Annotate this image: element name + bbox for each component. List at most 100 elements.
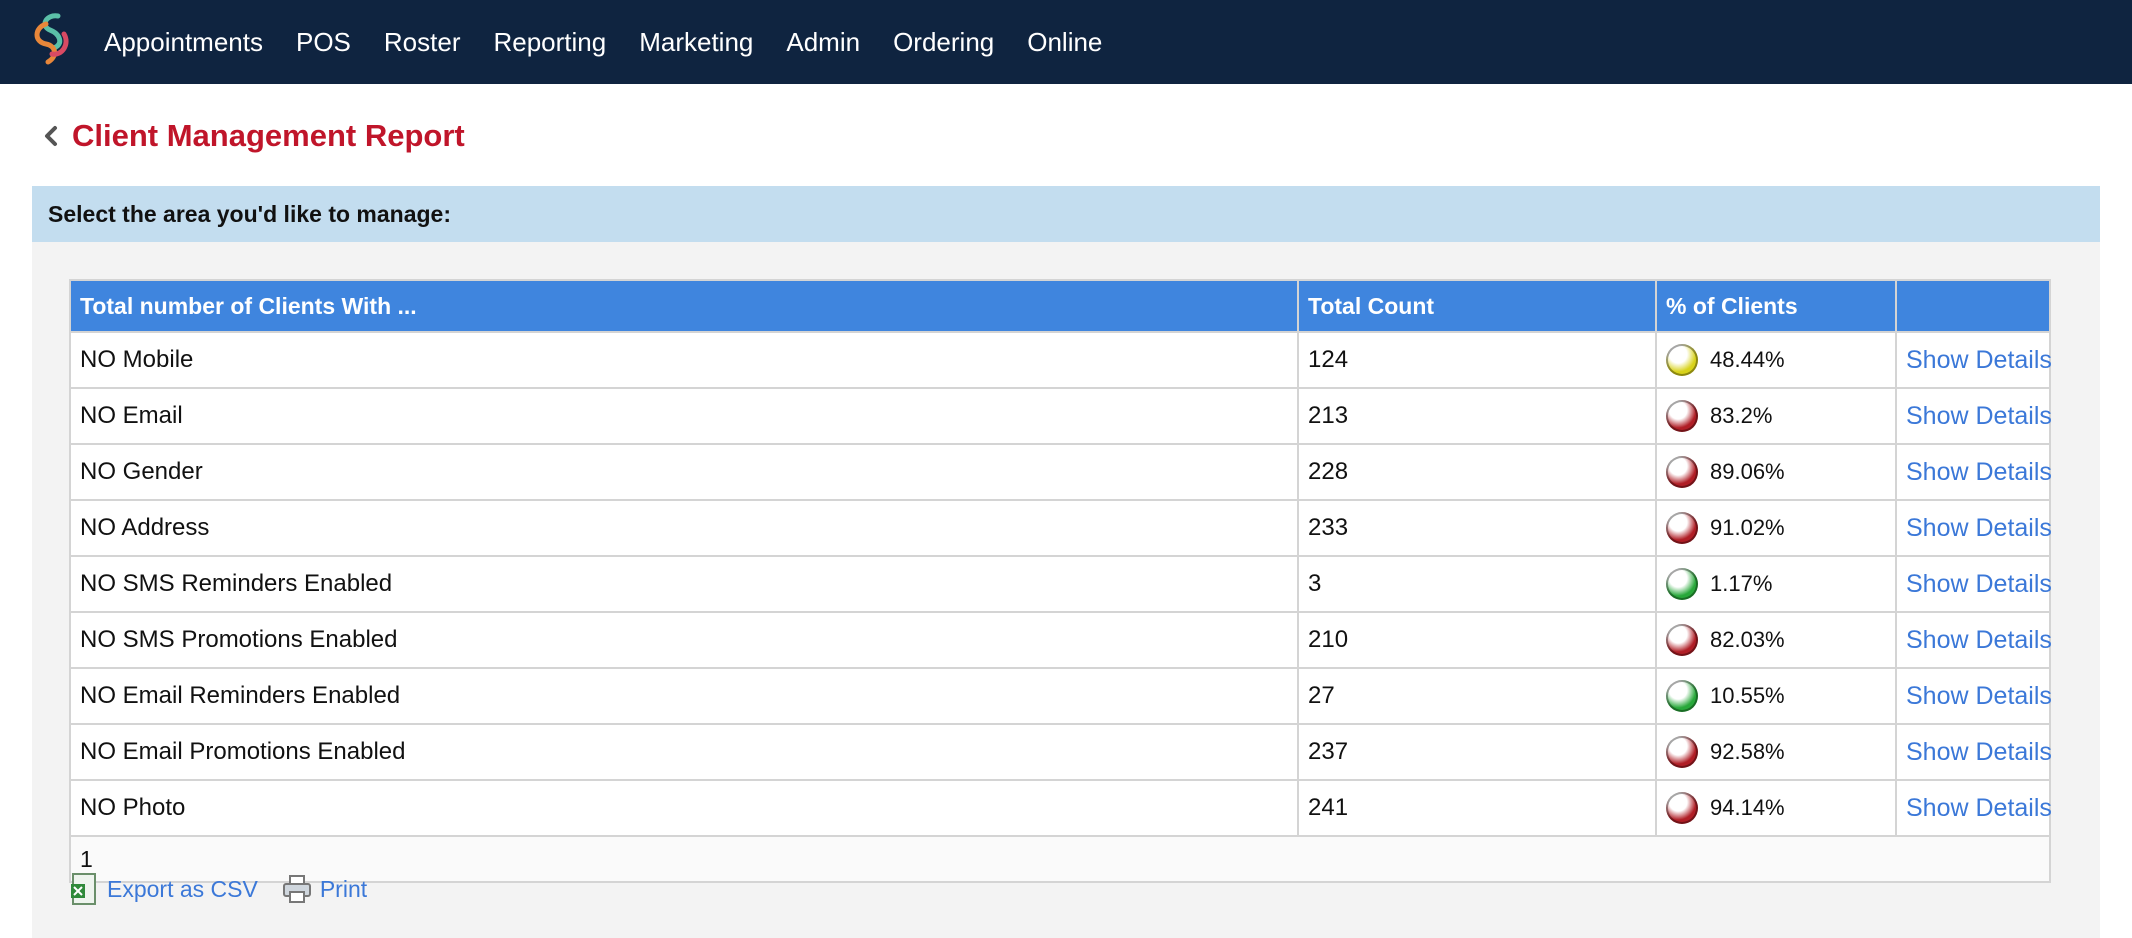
export-csv-label: Export as CSV	[107, 875, 258, 902]
nav-item-marketing[interactable]: Marketing	[639, 0, 753, 84]
print-button[interactable]: Print	[282, 872, 367, 906]
row-percent-cell: 48.44%	[1655, 331, 1897, 389]
row-total-count: 27	[1297, 667, 1657, 725]
row-total-count: 233	[1297, 499, 1657, 557]
row-percent-value: 83.2%	[1710, 403, 1773, 428]
column-header-percent: % of Clients	[1655, 279, 1897, 333]
printer-icon	[282, 875, 311, 903]
percent-wrapper: 10.55%	[1666, 669, 1886, 723]
nav-item-reporting[interactable]: Reporting	[493, 0, 606, 84]
print-label: Print	[319, 875, 368, 902]
table-row: NO Email Reminders Enabled 27 10.55% Show D…	[69, 667, 2052, 725]
table-row: NO Email Promotions Enabled 237 92.58% Show…	[69, 723, 2052, 781]
status-red-icon	[1666, 400, 1698, 432]
table-header-row: Total number of Clients With ... Total C…	[69, 279, 2051, 333]
table-row: NO SMS Promotions Enabled 210 82.03% Show D…	[69, 611, 2052, 669]
row-metric-label: NO Email	[69, 387, 1299, 445]
row-total-count: 228	[1297, 443, 1657, 501]
row-metric-label: NO Gender	[69, 443, 1299, 501]
row-metric-label: NO Email Reminders Enabled	[69, 667, 1299, 725]
row-action-cell: Show Details	[1895, 611, 2052, 669]
row-total-count: 3	[1297, 555, 1657, 613]
row-percent-cell: 89.06%	[1655, 443, 1897, 501]
panel-header: Select the area you'd like to manage:	[32, 186, 2100, 242]
row-percent-value: 10.55%	[1710, 683, 1785, 708]
show-details-link[interactable]: Show Details	[1906, 402, 2052, 430]
percent-wrapper: 82.03%	[1666, 613, 1886, 667]
row-percent-value: 94.14%	[1710, 795, 1785, 820]
nav-item-ordering[interactable]: Ordering	[893, 0, 994, 84]
row-action-cell: Show Details	[1895, 723, 2052, 781]
status-red-icon	[1666, 624, 1698, 656]
row-percent-value: 48.44%	[1710, 347, 1785, 372]
row-action-cell: Show Details	[1895, 331, 2052, 389]
row-percent-value: 92.58%	[1710, 739, 1785, 764]
nav-item-online[interactable]: Online	[1027, 0, 1102, 84]
nav-item-pos[interactable]: POS	[296, 0, 351, 84]
row-total-count: 241	[1297, 779, 1657, 837]
row-action-cell: Show Details	[1895, 499, 2052, 557]
show-details-link[interactable]: Show Details	[1906, 570, 2052, 598]
percent-wrapper: 91.02%	[1666, 501, 1886, 555]
table-row: NO Email 213 83.2% Show Details	[69, 387, 2052, 445]
row-total-count: 237	[1297, 723, 1657, 781]
nav-item-appointments[interactable]: Appointments	[104, 0, 263, 84]
row-percent-value: 89.06%	[1710, 459, 1785, 484]
chevron-left-icon[interactable]	[38, 116, 68, 156]
row-metric-label: NO SMS Reminders Enabled	[69, 555, 1299, 613]
row-action-cell: Show Details	[1895, 443, 2052, 501]
report-toolbar: Export as CSV Print	[69, 866, 391, 912]
show-details-link[interactable]: Show Details	[1906, 682, 2052, 710]
show-details-link[interactable]: Show Details	[1906, 458, 2052, 486]
table-row: NO Address 233 91.02% Show Details	[69, 499, 2052, 557]
status-red-icon	[1666, 456, 1698, 488]
row-percent-cell: 91.02%	[1655, 499, 1897, 557]
show-details-link[interactable]: Show Details	[1906, 514, 2052, 542]
page-title: Client Management Report	[72, 118, 465, 153]
csv-export-icon	[71, 873, 96, 905]
row-metric-label: NO Address	[69, 499, 1299, 557]
app-logo-icon[interactable]	[28, 10, 76, 68]
nav-item-roster[interactable]: Roster	[384, 0, 461, 84]
status-red-icon	[1666, 792, 1698, 824]
row-metric-label: NO Mobile	[69, 331, 1299, 389]
panel-prompt: Select the area you'd like to manage:	[48, 200, 451, 227]
show-details-link[interactable]: Show Details	[1906, 626, 2052, 654]
column-header-total-count: Total Count	[1297, 279, 1657, 333]
row-percent-cell: 83.2%	[1655, 387, 1897, 445]
show-details-link[interactable]: Show Details	[1906, 794, 2052, 822]
percent-wrapper: 1.17%	[1666, 557, 1886, 611]
table-row: NO Gender 228 89.06% Show Details	[69, 443, 2052, 501]
percent-wrapper: 89.06%	[1666, 445, 1886, 499]
row-percent-value: 82.03%	[1710, 627, 1785, 652]
percent-wrapper: 83.2%	[1666, 389, 1886, 443]
row-action-cell: Show Details	[1895, 779, 2052, 837]
row-percent-cell: 94.14%	[1655, 779, 1897, 837]
row-total-count: 213	[1297, 387, 1657, 445]
table-row: NO Photo 241 94.14% Show Details	[69, 779, 2052, 837]
client-report-table: Total number of Clients With ... Total C…	[69, 279, 2052, 883]
table-body: NO Mobile 124 48.44% Show Details NO Email 21…	[69, 331, 2052, 883]
percent-wrapper: 48.44%	[1666, 333, 1886, 387]
row-percent-cell: 82.03%	[1655, 611, 1897, 669]
nav-item-admin[interactable]: Admin	[786, 0, 860, 84]
show-details-link[interactable]: Show Details	[1906, 738, 2052, 766]
status-red-icon	[1666, 512, 1698, 544]
percent-wrapper: 92.58%	[1666, 725, 1886, 779]
main-nav: Appointments POS Roster Reporting Market…	[104, 0, 1135, 84]
row-action-cell: Show Details	[1895, 667, 2052, 725]
row-total-count: 124	[1297, 331, 1657, 389]
row-total-count: 210	[1297, 611, 1657, 669]
row-metric-label: NO Email Promotions Enabled	[69, 723, 1299, 781]
percent-wrapper: 94.14%	[1666, 781, 1886, 835]
row-action-cell: Show Details	[1895, 555, 2052, 613]
status-yellow-icon	[1666, 344, 1698, 376]
top-navigation-bar: Appointments POS Roster Reporting Market…	[0, 0, 2132, 84]
row-action-cell: Show Details	[1895, 387, 2052, 445]
export-csv-button[interactable]: Export as CSV	[69, 872, 258, 906]
table-row: NO SMS Reminders Enabled 3 1.17% Show Detai…	[69, 555, 2052, 613]
row-percent-value: 1.17%	[1710, 571, 1773, 596]
show-details-link[interactable]: Show Details	[1906, 346, 2052, 374]
row-percent-cell: 1.17%	[1655, 555, 1897, 613]
column-header-metric: Total number of Clients With ...	[69, 279, 1299, 333]
